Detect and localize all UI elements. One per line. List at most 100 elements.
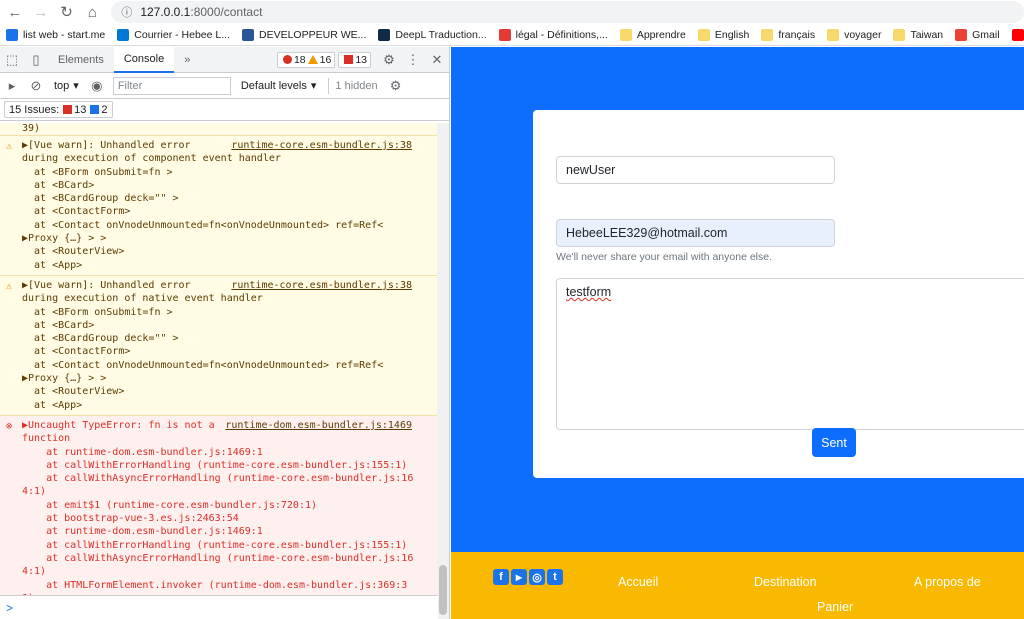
name-input[interactable]: newUser <box>556 156 835 184</box>
issue-icon <box>344 55 354 64</box>
message-line: at runtime-dom.esm-bundler.js:1469:1 <box>22 526 263 538</box>
message-line: at HTMLFormElement.invoker (runtime-dom.… <box>22 579 408 591</box>
instagram-icon[interactable]: ◎ <box>529 569 545 585</box>
prompt-icon: > <box>6 600 14 615</box>
log-levels-value: Default levels <box>240 79 307 92</box>
bookmark-item[interactable]: Gmail <box>949 28 1005 41</box>
message-line: at <Contact onVnodeUnmounted=fn<onVnodeU… <box>22 219 384 231</box>
message-line: during execution of native event handler <box>22 293 263 305</box>
eye-icon[interactable]: ◉ <box>85 73 109 99</box>
console-prompt-input[interactable]: > <box>0 595 438 619</box>
bookmark-label: Gmail <box>972 28 1000 41</box>
error-icon: ⊗ <box>6 420 13 432</box>
reload-icon[interactable]: ↻ <box>56 1 78 23</box>
inspect-element-icon[interactable]: ⬚ <box>0 47 24 73</box>
bookmark-icon <box>955 28 968 41</box>
email-help-text: We'll never share your email with anyone… <box>556 251 772 263</box>
message-line: 4:1) <box>22 486 47 498</box>
console-message[interactable]: ⊗ runtime-dom.esm-bundler.js:1469 ▶Uncaugh… <box>0 415 438 595</box>
youtube-icon[interactable]: ▶ <box>511 569 527 585</box>
message-line: at <RouterView> <box>22 246 125 258</box>
console-messages[interactable]: 39) ⚠ runtime-core.esm-bundler.js:38 ▶[Vue… <box>0 123 438 595</box>
console-scrollbar[interactable] <box>437 123 449 619</box>
url-host: 127.0.0.1 <box>140 5 191 19</box>
bookmark-item[interactable]: English <box>692 28 755 41</box>
url-input[interactable]: ⓘ 127.0.0.1:8000/contact <box>111 1 1024 23</box>
clear-console-icon[interactable]: ⊘ <box>24 73 48 99</box>
warning-icon: ⚠ <box>6 141 13 152</box>
message-line: at <BForm onSubmit=fn > <box>22 306 173 318</box>
message-line: at <BCardGroup deck="" > <box>22 333 179 345</box>
filter-input[interactable]: Filter <box>112 76 231 95</box>
context-selector[interactable]: top ▾ <box>48 79 85 93</box>
bookmark-icon <box>827 28 840 41</box>
console-message[interactable]: ⚠ runtime-core.esm-bundler.js:38 ▶[Vue war… <box>0 275 438 416</box>
console-settings-icon[interactable]: ⚙ <box>384 73 408 99</box>
submit-button[interactable]: Sent <box>812 428 856 457</box>
message-line: function <box>22 433 71 445</box>
bookmark-item[interactable]: Taiwan <box>887 28 949 41</box>
chevron-down-icon: ▾ <box>310 80 317 92</box>
bookmark-item[interactable]: français <box>755 28 821 41</box>
issues-count-badge[interactable]: 13 <box>338 51 371 68</box>
close-icon[interactable]: ✕ <box>425 47 449 73</box>
message-line: at emit$1 (runtime-core.esm-bundler.js:7… <box>22 499 318 511</box>
footer-link-home[interactable]: Accueil <box>618 575 658 589</box>
home-icon[interactable]: ⌂ <box>81 1 103 23</box>
message-line: at <App> <box>22 259 83 271</box>
issue-info-icon <box>90 105 100 114</box>
error-count-badge[interactable]: 18 16 <box>276 51 336 68</box>
info-icon[interactable]: ⓘ <box>121 4 132 20</box>
message-value: testform <box>566 285 612 299</box>
console-message[interactable]: ⚠ runtime-core.esm-bundler.js:38 ▶[Vue war… <box>0 136 438 276</box>
console-message: 39) <box>0 123 438 136</box>
bookmark-icon <box>117 28 130 41</box>
sidebar-toggle-icon[interactable]: ▸ <box>0 73 24 99</box>
issues-button[interactable]: 15 Issues: 13 2 <box>4 101 113 118</box>
site-footer: f ▶ ◎ t Accueil Destination A propos de … <box>451 552 1024 619</box>
message-textarea[interactable]: testform <box>556 278 1024 430</box>
device-toggle-icon[interactable]: ▯ <box>24 47 48 73</box>
hidden-count: 1 hidden <box>335 79 378 92</box>
issues-bar: 15 Issues: 13 2 <box>0 99 449 121</box>
message-source-link[interactable]: runtime-core.esm-bundler.js:38 <box>231 139 412 152</box>
bookmark-item[interactable]: légal - Définitions,... <box>493 28 614 41</box>
back-icon[interactable]: ← <box>4 1 26 23</box>
bookmark-item[interactable]: DeepL Traduction... <box>372 28 492 41</box>
bookmark-item[interactable]: voyager <box>821 28 887 41</box>
email-input[interactable]: HebeeLEE329@hotmail.com <box>556 219 835 247</box>
settings-gear-icon[interactable]: ⚙ <box>377 47 401 73</box>
footer-link-cart[interactable]: Panier <box>817 600 853 614</box>
bookmark-icon <box>6 28 18 41</box>
twitter-icon[interactable]: t <box>547 569 563 585</box>
forward-icon[interactable]: → <box>30 1 52 23</box>
page-content: newUser HebeeLEE329@hotmail.com We'll ne… <box>451 47 1024 619</box>
message-line: at <ContactForm> <box>22 346 131 358</box>
more-tabs-button[interactable]: » <box>174 47 200 73</box>
message-source-link[interactable]: runtime-core.esm-bundler.js:38 <box>231 279 412 292</box>
message-line: at callWithErrorHandling (runtime-core.e… <box>22 459 408 471</box>
bookmark-item[interactable]: DEVELOPPEUR WE... <box>236 28 372 41</box>
message-source-link[interactable]: runtime-dom.esm-bundler.js:1469 <box>225 419 412 432</box>
tab-console[interactable]: Console <box>113 46 175 73</box>
bookmark-icon <box>498 28 511 41</box>
tab-elements[interactable]: Elements <box>48 47 114 73</box>
bookmark-label: Taiwan <box>910 28 944 41</box>
bookmark-label: français <box>778 28 816 41</box>
footer-link-about[interactable]: A propos de <box>914 575 981 589</box>
bookmark-item[interactable]: Apprendre <box>614 28 692 41</box>
bookmark-icon <box>378 28 391 41</box>
log-levels-dropdown[interactable]: Default levels ▾ <box>235 79 323 93</box>
footer-link-destination[interactable]: Destination <box>754 575 817 589</box>
bookmark-label: Apprendre <box>636 28 686 41</box>
bookmark-item[interactable]: YouTube <box>1006 28 1024 41</box>
bookmark-icon <box>242 28 254 41</box>
bookmark-item[interactable]: Courrier - Hebee L... <box>111 28 236 41</box>
message-line: at <BCard> <box>22 179 95 191</box>
bookmark-label: DeepL Traduction... <box>395 28 487 41</box>
facebook-icon[interactable]: f <box>493 569 509 585</box>
bookmark-item[interactable]: list web - start.me <box>0 28 111 41</box>
kebab-menu-icon[interactable]: ⋮ <box>401 47 425 73</box>
devtools-tabbar: ⬚ ▯ Elements Console » 18 16 13 ⚙ ⋮ ✕ <box>0 46 449 73</box>
scrollbar-thumb[interactable] <box>439 565 447 615</box>
